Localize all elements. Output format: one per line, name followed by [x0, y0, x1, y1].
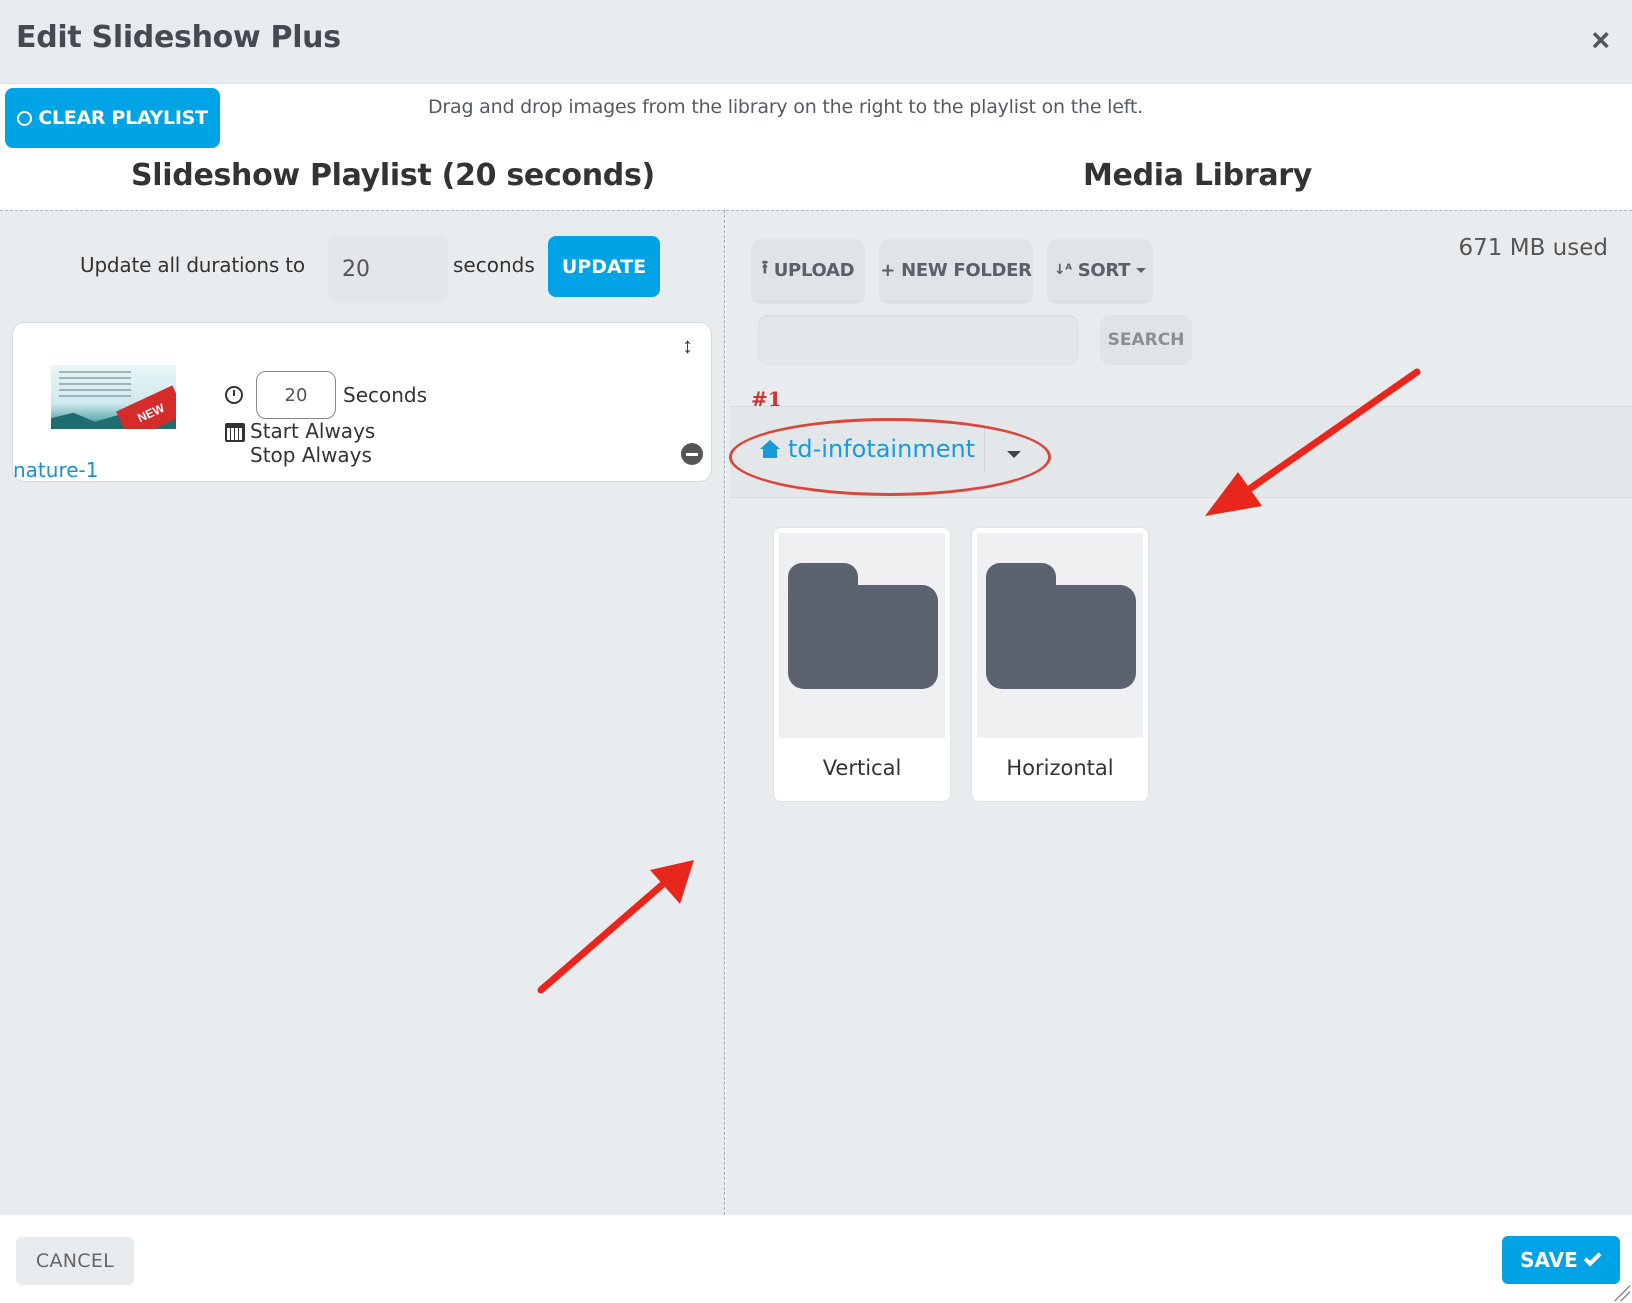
thumbnail-text-lines [59, 371, 131, 401]
folder-card-horizontal[interactable]: Horizontal [971, 527, 1149, 802]
folder-label: Horizontal [1006, 756, 1114, 780]
folder-icon [779, 533, 945, 738]
dialog-title: Edit Slideshow Plus [16, 20, 341, 55]
item-duration-unit: Seconds [343, 383, 428, 407]
dialog-header: Edit Slideshow Plus × [0, 0, 1632, 84]
playlist-panel[interactable]: Update all durations to seconds UPDATE N… [0, 210, 725, 1215]
search-input[interactable] [758, 315, 1078, 365]
clock-icon [225, 386, 243, 404]
item-stop-schedule[interactable]: Stop Always [250, 443, 372, 467]
annotation-marker: #1 [751, 387, 782, 411]
update-button[interactable]: UPDATE [548, 236, 660, 297]
folder-label: Vertical [822, 756, 902, 780]
sort-label: SORT [1077, 259, 1131, 281]
calendar-icon[interactable] [225, 423, 245, 442]
update-all-duration-input[interactable] [328, 235, 448, 303]
search-button[interactable]: SEARCH [1100, 315, 1192, 365]
annotation-oval [729, 418, 1051, 496]
resize-grip-icon[interactable] [1612, 1283, 1630, 1301]
close-icon[interactable]: × [1591, 24, 1610, 56]
update-all-label: Update all durations to [80, 253, 305, 277]
drag-drop-hint: Drag and drop images from the library on… [428, 96, 1143, 118]
check-icon [1583, 1248, 1602, 1267]
new-folder-label: NEW FOLDER [901, 259, 1032, 281]
clear-playlist-label: CLEAR PLAYLIST [38, 107, 208, 129]
circle-icon [17, 110, 33, 126]
edit-slideshow-dialog: Edit Slideshow Plus × CLEAR PLAYLIST Dra… [0, 0, 1632, 1303]
drag-handle-icon[interactable]: ↕ [682, 333, 693, 359]
sort-button[interactable]: ↓ᴬ SORT [1048, 239, 1152, 301]
storage-used: 671 MB used [1458, 235, 1608, 261]
media-library-panel: ⭱ UPLOAD + NEW FOLDER ↓ᴬ SORT 671 MB use… [726, 210, 1632, 1215]
playlist-title: Slideshow Playlist (20 seconds) [131, 158, 655, 193]
remove-item-icon[interactable] [681, 443, 703, 465]
media-library-title: Media Library [1083, 158, 1313, 193]
sort-icon: ↓ᴬ [1053, 262, 1072, 278]
chevron-down-icon [1136, 267, 1147, 273]
item-thumbnail: NEW [51, 365, 176, 429]
upload-icon: ⭱ [761, 257, 768, 278]
save-button[interactable]: SAVE [1502, 1236, 1620, 1284]
item-name-link[interactable]: nature-1 [13, 458, 98, 482]
dialog-footer: CANCEL SAVE [0, 1215, 1632, 1303]
plus-icon: + [880, 259, 896, 281]
clear-playlist-button[interactable]: CLEAR PLAYLIST [5, 88, 220, 148]
folder-card-vertical[interactable]: Vertical [773, 527, 951, 802]
update-all-unit: seconds [453, 253, 535, 277]
save-label: SAVE [1520, 1248, 1578, 1272]
new-folder-button[interactable]: + NEW FOLDER [880, 239, 1032, 301]
folder-icon [977, 533, 1143, 738]
item-duration-input[interactable] [256, 371, 336, 419]
upload-button[interactable]: ⭱ UPLOAD [752, 239, 864, 301]
upload-label: UPLOAD [773, 259, 855, 281]
item-start-schedule[interactable]: Start Always [250, 419, 375, 443]
cancel-button[interactable]: CANCEL [16, 1237, 134, 1285]
playlist-item[interactable]: NEW nature-1 Seconds Start Always Stop A… [12, 322, 712, 482]
